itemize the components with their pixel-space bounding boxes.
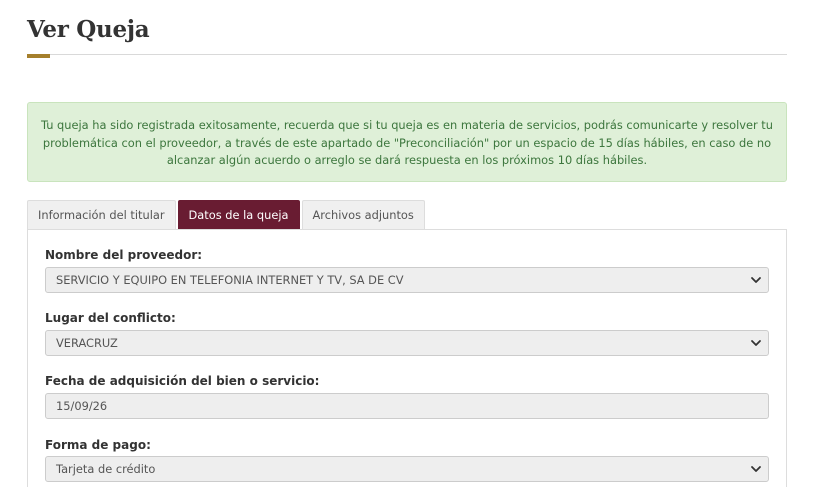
success-alert: Tu queja ha sido registrada exitosamente… (27, 102, 787, 182)
pago-select[interactable]: Tarjeta de crédito (45, 456, 769, 482)
fecha-input-value: 15/09/26 (56, 399, 108, 413)
pago-label: Forma de pago: (45, 438, 151, 452)
lugar-select-value: VERACRUZ (56, 336, 118, 350)
fecha-label: Fecha de adquisición del bien o servicio… (45, 374, 320, 388)
lugar-label: Lugar del conflicto: (45, 311, 176, 325)
pago-select-value: Tarjeta de crédito (56, 462, 156, 476)
title-divider (27, 54, 787, 55)
title-accent-bar (27, 54, 50, 58)
page-title: Ver Queja (27, 16, 150, 43)
tab-archivos-adjuntos[interactable]: Archivos adjuntos (301, 200, 425, 229)
proveedor-label: Nombre del proveedor: (45, 248, 203, 262)
proveedor-select-value: SERVICIO Y EQUIPO EN TELEFONIA INTERNET … (56, 273, 404, 287)
proveedor-select[interactable]: SERVICIO Y EQUIPO EN TELEFONIA INTERNET … (45, 267, 769, 293)
tab-bar: Información del titular Datos de la quej… (27, 200, 427, 229)
success-alert-message: Tu queja ha sido registrada exitosamente… (40, 118, 773, 167)
tab-informacion-titular[interactable]: Información del titular (27, 200, 176, 229)
chevron-down-icon (751, 466, 761, 472)
fecha-input[interactable]: 15/09/26 (45, 393, 769, 419)
chevron-down-icon (751, 277, 761, 283)
tab-datos-queja[interactable]: Datos de la queja (177, 200, 300, 229)
lugar-select[interactable]: VERACRUZ (45, 330, 769, 356)
chevron-down-icon (751, 340, 761, 346)
